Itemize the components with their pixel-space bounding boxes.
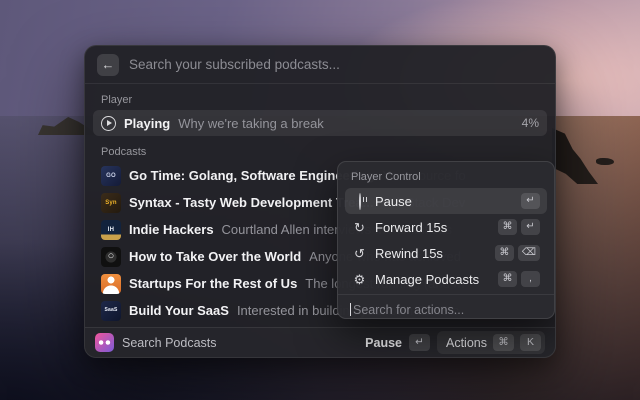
podcast-art (101, 273, 121, 294)
shortcut-key-badge: ⌘ (498, 219, 517, 235)
extension-logo-icon (95, 333, 114, 352)
k-key-badge: K (520, 334, 541, 351)
forward-icon: ↻ (354, 219, 365, 235)
action-item-label: Rewind 15s (375, 245, 443, 261)
back-arrow-icon: ← (101, 57, 115, 72)
extension-name: Search Podcasts (122, 335, 217, 350)
player-progress: 4% (521, 116, 539, 130)
podcast-title: How to Take Over the World (129, 249, 302, 264)
shortcut-key-badge: , (521, 271, 540, 287)
section-label-player: Player (101, 94, 133, 106)
action-item-label: Manage Podcasts (375, 271, 480, 287)
action-list: Pause ↵ ↻ Forward 15s ⌘ ↵ ↺ Rewind 15s ⌘ ⌫… (345, 188, 547, 292)
action-panel-title: Player Control (351, 171, 421, 183)
action-item-label: Forward 15s (375, 219, 448, 235)
launcher-window: ← Search your subscribed podcasts... Pla… (84, 45, 556, 358)
action-search-input[interactable]: Search for actions... (338, 294, 554, 318)
shortcut-key-badge: ⌘ (498, 271, 517, 287)
podcast-title: Startups For the Rest of Us (129, 276, 298, 291)
play-circle-icon (101, 115, 116, 131)
action-search-placeholder: Search for actions... (353, 302, 465, 317)
actions-label: Actions (446, 335, 487, 350)
search-input[interactable]: Search your subscribed podcasts... (129, 57, 340, 72)
action-item[interactable]: Pause ↵ (345, 188, 547, 214)
shortcut-key-badge: ⌘ (494, 245, 514, 261)
podcast-art: ○ (101, 246, 121, 267)
action-item[interactable]: ↺ Rewind 15s ⌘ ⌫ (345, 240, 547, 266)
podcast-art-label: IH (107, 226, 115, 233)
shortcut-key-badge: ↵ (521, 219, 540, 235)
action-item-shortcut: ⌘, (498, 271, 540, 287)
primary-action-label[interactable]: Pause (365, 336, 402, 350)
action-panel: Player Control Pause ↵ ↻ Forward 15s ⌘ ↵ … (337, 161, 555, 319)
actions-button[interactable]: Actions ⌘ K (437, 331, 545, 354)
cmd-key-badge: ⌘ (493, 334, 514, 351)
shortcut-key-badge: ↵ (521, 193, 540, 209)
status-bar: Search Podcasts Pause ↵ Actions ⌘ K (85, 327, 555, 357)
text-caret (350, 303, 351, 316)
section-label-podcasts: Podcasts (101, 146, 147, 158)
return-key-badge: ↵ (409, 334, 430, 351)
podcast-art-label: SaaS (104, 307, 118, 313)
action-item-shortcut: ↵ (521, 193, 540, 209)
podcast-art: GO (101, 165, 121, 186)
wallpaper-rock-small (596, 158, 614, 165)
player-row-subtitle: Why we're taking a break (178, 115, 324, 131)
podcast-art: IH (101, 219, 121, 240)
action-item[interactable]: ↻ Forward 15s ⌘ ↵ (345, 214, 547, 240)
rewind-icon: ↺ (354, 245, 365, 261)
podcast-art-label: ○ (107, 250, 115, 262)
gear-icon: ⚙ (353, 271, 366, 287)
podcast-title: Indie Hackers (129, 222, 214, 237)
action-item[interactable]: ⚙ Manage Podcasts ⌘, (345, 266, 547, 292)
podcast-art: SaaS (101, 300, 121, 321)
podcast-art-label: GO (106, 172, 116, 179)
player-row-playing[interactable]: Playing Why we're taking a break 4% (93, 110, 547, 136)
podcast-title: Build Your SaaS (129, 303, 229, 318)
podcast-art: Syn (101, 192, 121, 213)
action-item-label: Pause (375, 193, 412, 209)
search-bar[interactable]: ← Search your subscribed podcasts... (85, 46, 555, 84)
action-item-shortcut: ⌘ ⌫ (494, 245, 540, 261)
player-row-title: Playing (124, 115, 171, 131)
pause-circle-icon (352, 192, 367, 210)
back-button[interactable]: ← (97, 53, 119, 76)
podcast-art-label: Syn (105, 199, 117, 206)
shortcut-key-badge: ⌫ (517, 245, 540, 261)
action-item-shortcut: ⌘ ↵ (498, 219, 540, 235)
